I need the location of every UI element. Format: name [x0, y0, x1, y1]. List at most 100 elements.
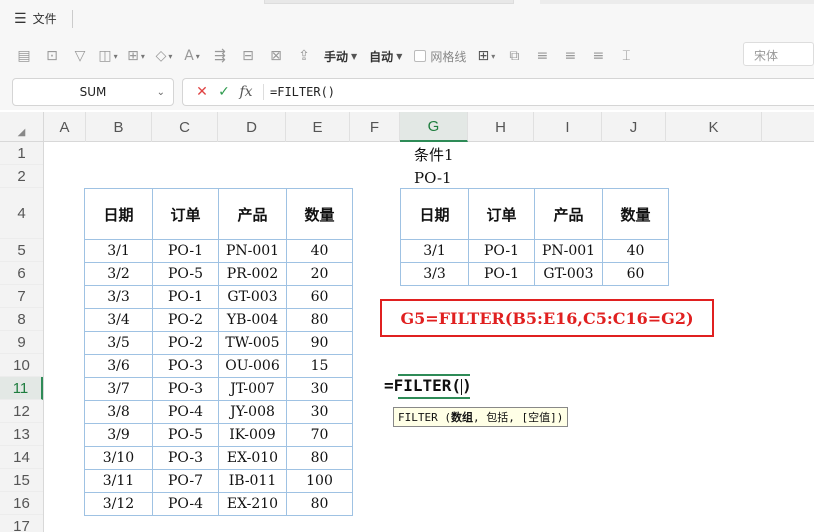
table-cell[interactable]: JT-007: [218, 377, 287, 401]
select-all-corner[interactable]: ◢: [0, 112, 44, 142]
row-header[interactable]: 8: [0, 308, 43, 331]
cancel-icon[interactable]: ✕: [191, 84, 213, 100]
table-header-cell[interactable]: 订单: [468, 188, 535, 240]
column-header[interactable]: F: [350, 112, 400, 142]
table-cell[interactable]: PO-2: [152, 331, 219, 355]
table-cell[interactable]: PN-001: [218, 239, 287, 263]
table-cell[interactable]: PO-5: [152, 423, 219, 447]
table-cell[interactable]: 3/1: [400, 239, 469, 263]
table-cell[interactable]: EX-010: [218, 446, 287, 470]
table-cell[interactable]: 3/12: [84, 492, 153, 516]
export-icon[interactable]: ⇪: [290, 42, 318, 70]
table-cell[interactable]: PO-3: [152, 377, 219, 401]
table-header-cell[interactable]: 日期: [84, 188, 153, 240]
table-cell[interactable]: GT-003: [534, 262, 603, 286]
row-height-dropdown[interactable]: 手动 ▼: [324, 48, 357, 65]
column-header[interactable]: J: [602, 112, 666, 142]
table-cell[interactable]: 3/4: [84, 308, 153, 332]
table-cell[interactable]: 3/10: [84, 446, 153, 470]
autofit-dropdown[interactable]: 自动 ▼: [369, 48, 402, 65]
table-cell[interactable]: 3/3: [400, 262, 469, 286]
table-cell[interactable]: PO-4: [152, 400, 219, 424]
table-cell[interactable]: 3/5: [84, 331, 153, 355]
table-cell[interactable]: 90: [286, 331, 353, 355]
table-cell[interactable]: IK-009: [218, 423, 287, 447]
wrap-text-icon[interactable]: ⇶: [206, 42, 234, 70]
insert-icon[interactable]: ⊠: [262, 42, 290, 70]
table-cell[interactable]: PO-3: [152, 446, 219, 470]
row-header[interactable]: 12: [0, 400, 43, 423]
table-header-cell[interactable]: 订单: [152, 188, 219, 240]
confirm-icon[interactable]: ✓: [213, 84, 235, 100]
row-header[interactable]: 4: [0, 188, 43, 239]
table-cell[interactable]: PO-1: [468, 262, 535, 286]
table-cell[interactable]: 30: [286, 400, 353, 424]
column-header[interactable]: B: [86, 112, 152, 142]
table-cell[interactable]: 60: [286, 285, 353, 309]
gridlines-toggle[interactable]: 网格线: [414, 48, 466, 65]
row-header[interactable]: 14: [0, 446, 43, 469]
table-cell[interactable]: PO-1: [152, 285, 219, 309]
row-header[interactable]: 7: [0, 285, 43, 308]
editing-cell[interactable]: =FILTER(): [384, 376, 472, 395]
table-cell[interactable]: OU-006: [218, 354, 287, 378]
table-cell[interactable]: GT-003: [218, 285, 287, 309]
column-header[interactable]: C: [152, 112, 218, 142]
freeze-panes-icon[interactable]: ⧉: [500, 42, 528, 70]
column-header[interactable]: I: [534, 112, 602, 142]
borders-icon[interactable]: ⊞: [122, 42, 150, 70]
table-cell[interactable]: PR-002: [218, 262, 287, 286]
table-cell[interactable]: 20: [286, 262, 353, 286]
font-name-select[interactable]: 宋体: [743, 42, 814, 66]
table-cell[interactable]: 3/11: [84, 469, 153, 493]
file-menu[interactable]: ☰ 文件: [14, 10, 57, 27]
document-tab-secondary[interactable]: [540, 0, 814, 4]
formula-input[interactable]: =FILTER(): [270, 85, 335, 99]
name-box[interactable]: SUM ⌄: [12, 78, 174, 106]
table-cell[interactable]: PO-1: [152, 239, 219, 263]
row-header[interactable]: 6: [0, 262, 43, 285]
function-signature-tooltip[interactable]: FILTER (数组, 包括, [空值]): [393, 407, 569, 427]
table-cell[interactable]: 80: [286, 446, 353, 470]
fill-color-icon[interactable]: ◇: [150, 42, 178, 70]
condition-cells[interactable]: 条件1 PO-1: [414, 144, 454, 190]
table-cell[interactable]: 3/8: [84, 400, 153, 424]
table-cell[interactable]: PO-4: [152, 492, 219, 516]
table-cell[interactable]: 3/6: [84, 354, 153, 378]
font-color-icon[interactable]: A: [178, 42, 206, 70]
table-cell[interactable]: 15: [286, 354, 353, 378]
align-right-icon[interactable]: ≡: [584, 42, 612, 70]
table-header-cell[interactable]: 数量: [286, 188, 353, 240]
gridlines-checkbox[interactable]: [414, 50, 427, 62]
table-cell[interactable]: YB-004: [218, 308, 287, 332]
column-header[interactable]: H: [468, 112, 534, 142]
table-cell[interactable]: 70: [286, 423, 353, 447]
formula-input-area[interactable]: ✕ ✓ fx =FILTER(): [182, 78, 814, 106]
spreadsheet-grid[interactable]: ◢ A B C D E F G H I J K L 1 2 4 5 6 7 8 …: [0, 112, 814, 532]
row-header[interactable]: 15: [0, 469, 43, 492]
clear-format-icon[interactable]: ◫: [94, 42, 122, 70]
column-header[interactable]: D: [218, 112, 286, 142]
table-cell[interactable]: 3/3: [84, 285, 153, 309]
table-cell[interactable]: 30: [286, 377, 353, 401]
merge-cells-icon[interactable]: ⊟: [234, 42, 262, 70]
table-cell[interactable]: PO-3: [152, 354, 219, 378]
row-header[interactable]: 10: [0, 354, 43, 377]
document-tab[interactable]: [264, 0, 514, 4]
table-style-icon[interactable]: ⊞: [472, 42, 500, 70]
table-cell[interactable]: EX-210: [218, 492, 287, 516]
number-format-icon[interactable]: ▤: [10, 42, 38, 70]
table-header-cell[interactable]: 日期: [400, 188, 469, 240]
table-cell[interactable]: TW-005: [218, 331, 287, 355]
table-header-cell[interactable]: 数量: [602, 188, 669, 240]
table-cell[interactable]: 80: [286, 308, 353, 332]
format-painter-icon[interactable]: ⊡: [38, 42, 66, 70]
row-header[interactable]: 13: [0, 423, 43, 446]
row-header[interactable]: 2: [0, 165, 43, 188]
table-cell[interactable]: 80: [286, 492, 353, 516]
row-header[interactable]: 5: [0, 239, 43, 262]
table-cell[interactable]: 3/1: [84, 239, 153, 263]
row-header-active[interactable]: 11: [0, 377, 43, 400]
table-header-cell[interactable]: 产品: [218, 188, 287, 240]
table-cell[interactable]: PO-5: [152, 262, 219, 286]
